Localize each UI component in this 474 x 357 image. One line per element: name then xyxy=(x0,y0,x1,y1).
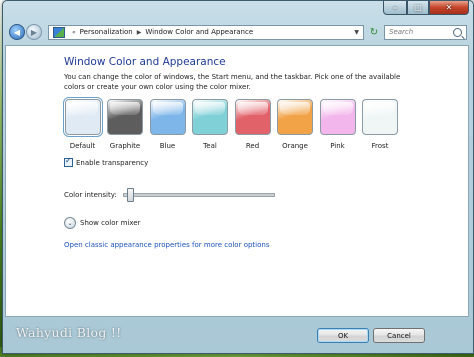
maximize-icon: □ xyxy=(414,3,422,12)
intensity-label: Color intensity: xyxy=(64,191,117,199)
search-box[interactable]: Search xyxy=(384,24,467,40)
breadcrumb-current[interactable]: Window Color and Appearance xyxy=(145,28,253,36)
back-arrow-icon: ◀ xyxy=(13,27,21,37)
swatch-label: Red xyxy=(245,142,260,150)
swatch-orange[interactable]: Orange xyxy=(277,99,314,150)
color-mixer-label[interactable]: Show color mixer xyxy=(80,219,140,227)
swatch-label: Graphite xyxy=(109,142,141,150)
control-panel-window: – □ ✕ ◀ ▶ « Personalization ▶ Window Col… xyxy=(2,0,474,354)
close-button[interactable]: ✕ xyxy=(429,1,469,15)
address-bar[interactable]: « Personalization ▶ Window Color and App… xyxy=(48,24,364,40)
breadcrumb-personalization[interactable]: Personalization xyxy=(80,28,133,36)
color-mixer-toggle[interactable]: ⌄ Show color mixer xyxy=(64,217,140,229)
classic-appearance-link[interactable]: Open classic appearance properties for m… xyxy=(64,241,269,249)
swatch-tile[interactable] xyxy=(149,99,186,135)
swatch-label: Pink xyxy=(330,142,345,150)
swatch-default[interactable]: Default xyxy=(62,97,103,150)
swatch-tile[interactable] xyxy=(319,99,356,135)
swatch-tile[interactable] xyxy=(234,99,271,135)
swatch-label: Orange xyxy=(282,142,308,150)
maximize-button[interactable]: □ xyxy=(407,1,429,15)
cancel-button[interactable]: Cancel xyxy=(373,328,425,343)
swatch-label: Teal xyxy=(203,142,217,150)
page-title: Window Color and Appearance xyxy=(64,56,226,68)
back-button[interactable]: ◀ xyxy=(9,24,25,40)
refresh-button[interactable]: ↻ xyxy=(366,25,382,40)
swatch-label: Blue xyxy=(159,142,176,150)
breadcrumb-separator-icon: « xyxy=(72,28,76,36)
transparency-label[interactable]: Enable transparency xyxy=(76,159,148,167)
search-placeholder: Search xyxy=(389,28,414,36)
swatch-tile[interactable] xyxy=(192,99,228,135)
address-dropdown-icon[interactable]: ▼ xyxy=(354,29,359,36)
watermark-text: Wahyudi Blog !! xyxy=(16,325,122,340)
swatch-label: Default xyxy=(69,142,96,150)
breadcrumb-arrow-icon[interactable]: ▶ xyxy=(137,29,142,36)
caption-buttons: – □ ✕ xyxy=(383,1,469,15)
swatch-tile[interactable] xyxy=(362,99,398,135)
navigation-bar: ◀ ▶ « Personalization ▶ Window Color and… xyxy=(9,23,467,41)
transparency-checkbox[interactable] xyxy=(64,156,73,167)
minimize-button[interactable]: – xyxy=(383,1,407,15)
swatch-graphite[interactable]: Graphite xyxy=(107,99,144,150)
swatch-teal[interactable]: Teal xyxy=(192,99,229,150)
minimize-icon: – xyxy=(393,3,397,12)
content-pane: Window Color and Appearance You can chan… xyxy=(5,45,469,317)
swatch-tile[interactable] xyxy=(277,99,313,135)
color-intensity-row: Color intensity: xyxy=(64,188,275,202)
control-panel-icon xyxy=(53,26,65,38)
search-icon[interactable] xyxy=(453,27,462,37)
color-swatches: Default Graphite Blue Teal Red Orange Pi… xyxy=(62,97,404,150)
swatch-blue[interactable]: Blue xyxy=(149,99,186,150)
swatch-label: Frost xyxy=(371,142,389,150)
swatch-frost[interactable]: Frost xyxy=(362,99,399,150)
ok-button[interactable]: OK xyxy=(317,328,369,343)
close-icon: ✕ xyxy=(445,3,453,12)
swatch-pink[interactable]: Pink xyxy=(319,99,356,150)
swatch-tile[interactable] xyxy=(107,99,143,135)
chevron-down-icon[interactable]: ⌄ xyxy=(64,217,76,229)
forward-arrow-icon: ▶ xyxy=(30,27,38,37)
swatch-tile[interactable] xyxy=(62,97,103,137)
page-description: You can change the color of windows, the… xyxy=(64,73,401,91)
transparency-option[interactable]: Enable transparency xyxy=(64,156,148,167)
intensity-slider[interactable] xyxy=(122,188,275,202)
swatch-red[interactable]: Red xyxy=(234,99,271,150)
forward-button[interactable]: ▶ xyxy=(26,24,42,40)
intensity-slider-thumb[interactable] xyxy=(126,188,134,202)
refresh-icon: ↻ xyxy=(369,26,379,38)
